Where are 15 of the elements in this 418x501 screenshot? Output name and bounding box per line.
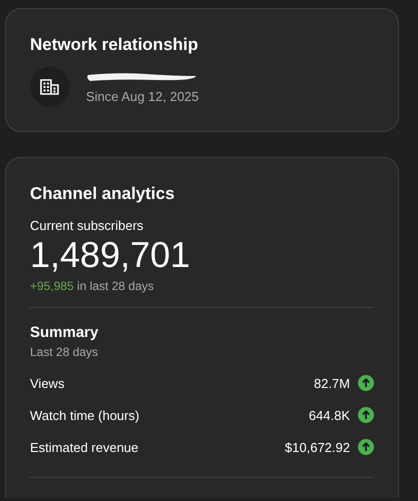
- metric-label: Estimated revenue: [30, 440, 140, 454]
- subscriber-count: 1,489,701: [30, 235, 192, 275]
- since-date: Since Aug 12, 2025: [86, 88, 199, 104]
- subscriber-change: +95,985 in last 28 days: [30, 279, 155, 293]
- metric-value: 644.8K: [308, 408, 350, 422]
- card-title: Network relationship: [30, 35, 198, 55]
- metric-value: $10,672.92: [284, 440, 350, 454]
- metric-label: Views: [30, 376, 66, 390]
- metric-value: 82.7M: [314, 376, 350, 390]
- summary-period: Last 28 days: [30, 345, 100, 359]
- card-title: Channel analytics: [30, 184, 175, 204]
- building-icon: [40, 79, 60, 95]
- metric-label: Watch time (hours): [30, 408, 140, 422]
- subscribers-label: Current subscribers: [30, 218, 144, 233]
- summary-title: Summary: [30, 324, 98, 341]
